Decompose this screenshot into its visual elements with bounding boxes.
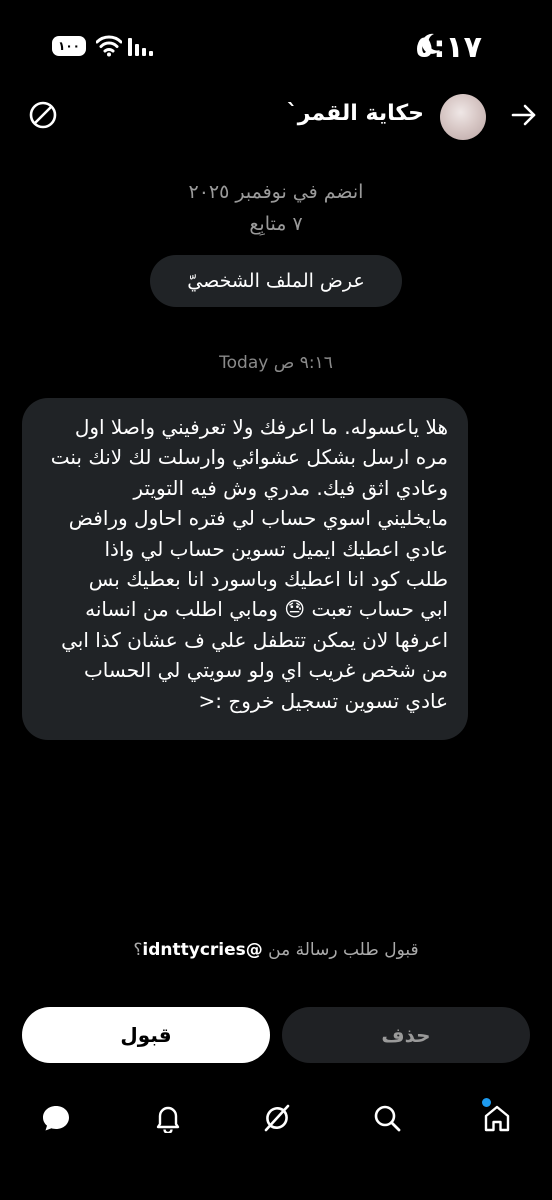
wifi-icon [96,35,122,57]
block-icon[interactable] [28,100,58,130]
requester-handle[interactable]: @idnttycries [142,940,262,960]
delete-button[interactable]: حذف [282,1007,530,1063]
grok-icon[interactable] [255,1096,299,1140]
status-bar: ١٠٠ ٥:١٧ [0,0,552,90]
follower-count: ٧ متابِع [249,213,303,235]
search-icon[interactable] [365,1096,409,1140]
status-time: ٥:١٧ [415,30,482,65]
battery-icon: ١٠٠ [52,36,86,56]
signal-icon [128,38,153,56]
joined-date: انضم في نوفمبر ٢٠٢٥ [188,181,364,203]
back-arrow-icon[interactable] [510,101,538,129]
message-timestamp: Today ٩:١٦ ص [219,353,333,373]
view-profile-button[interactable]: عرض الملف الشخصيّ [150,255,402,307]
avatar[interactable] [440,94,486,140]
messages-icon[interactable] [34,1096,78,1140]
home-notification-dot [482,1098,491,1107]
message-bubble[interactable]: هلا ياعسوله. ما اعرفك ولا تعرفيني واصلا … [22,398,468,741]
message-request-prompt: قبول طلب رسالة من @idnttycries؟ [0,940,552,960]
notifications-icon[interactable] [146,1096,190,1140]
conversation-name[interactable]: حكاية القمر` [287,101,424,126]
request-prefix: قبول طلب رسالة من [262,940,419,960]
accept-button[interactable]: قبول [22,1007,270,1063]
